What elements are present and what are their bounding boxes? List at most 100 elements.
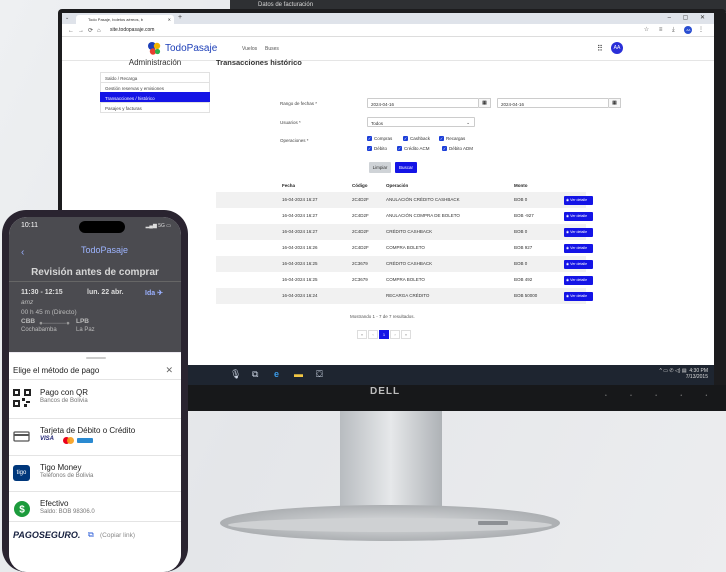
cell-codigo: 2C3679 <box>352 261 368 266</box>
trip-duration: 00 h 45 m (Directo) <box>21 309 77 316</box>
sheet-handle[interactable] <box>86 357 106 359</box>
tab-search-icon[interactable]: ⌄ <box>65 15 69 21</box>
view-detail-label: Ver detalle <box>570 230 588 234</box>
close-icon[interactable]: ✕ <box>165 365 173 376</box>
site-logo[interactable]: TodoPasaje <box>146 40 217 56</box>
option-title: Pago con QR <box>40 388 89 397</box>
cell-codigo: 2C4D2F <box>352 245 369 250</box>
calendar-icon[interactable]: ▦ <box>609 98 621 108</box>
divider <box>9 521 181 522</box>
view-detail-button[interactable]: ◉ Ver detalle <box>564 227 593 237</box>
cell-fecha: 16-04-2024 16:27 <box>282 229 318 234</box>
mic-icon[interactable]: 🎙 <box>230 369 241 380</box>
cell-fecha: 16-04-2024 16:24 <box>282 293 318 298</box>
view-detail-label: Ver detalle <box>570 278 588 282</box>
view-detail-button[interactable]: ◉ Ver detalle <box>564 275 593 285</box>
main-panel: Transacciones histórico <box>216 58 576 67</box>
dest-code: LPB <box>76 318 89 325</box>
divider <box>9 418 181 419</box>
copy-link[interactable]: (Copiar link) <box>100 532 135 539</box>
table-row: 16-04-2024 16:24 RECARGA CRÉDITO BOB 50000… <box>216 288 593 304</box>
trip-time: 11:30 - 12:15 <box>21 289 63 296</box>
task-view-icon[interactable]: ⧉ <box>252 369 258 380</box>
sheet-title: Elige el método de pago <box>13 366 100 375</box>
calendar-icon[interactable]: ▦ <box>479 98 491 108</box>
payment-option-cash[interactable]: $ Efectivo Saldo: BOB 98306.0 <box>13 496 177 534</box>
divider <box>9 281 181 282</box>
back-icon[interactable]: ‹ <box>21 247 24 258</box>
date-to-input[interactable]: 2024-04-16 <box>497 98 609 108</box>
option-title: Efectivo <box>40 499 69 508</box>
folder-icon[interactable]: ▬ <box>294 369 303 379</box>
option-title: Tarjeta de Débito o Crédito <box>40 426 136 435</box>
trip-date: lun. 22 abr. <box>87 289 124 296</box>
checkbox-recargas[interactable]: ✓ Recargas <box>439 136 465 141</box>
checkbox-cashback[interactable]: ✓ Cashback <box>403 136 430 141</box>
view-detail-button[interactable]: ◉ Ver detalle <box>564 259 593 269</box>
date-from-input[interactable]: 2024-04-16 <box>367 98 479 108</box>
brand-name: TodoPasaje <box>165 42 218 54</box>
view-detail-button[interactable]: ◉ Ver detalle <box>564 243 593 253</box>
cash-icon: $ <box>14 501 30 517</box>
view-detail-button[interactable]: ◉ Ver detalle <box>564 211 593 221</box>
phone-signal: ▂▄▆ 5G ▭ <box>145 223 171 229</box>
view-detail-button[interactable]: ◉ Ver detalle <box>564 291 593 301</box>
card-network-icon <box>77 438 93 443</box>
table-row: 16-04-2024 16:26 2C4D2F COMPRA BOLETO BOB 9… <box>216 240 593 256</box>
ops-label: Operaciones * <box>280 138 309 143</box>
window-controls[interactable]: – ▢ ✕ <box>668 14 710 21</box>
users-label: Usuarios * <box>280 120 301 125</box>
clear-button[interactable]: Limpiar <box>369 162 391 173</box>
copy-link-icon[interactable]: ⧉ <box>88 530 94 540</box>
phone-logo: TodoPasaje <box>81 245 129 255</box>
system-tray[interactable]: ^ ▭ ✆ ◁) ▤ 4:30 PM 7/13/2015 <box>660 368 708 380</box>
table-header: Fecha Código Operación Monto <box>216 182 586 192</box>
pager-next[interactable]: › <box>390 330 400 339</box>
checkbox-debito-adm[interactable]: ✓ Débito ADM <box>442 146 473 151</box>
cell-fecha: 16-04-2024 16:25 <box>282 261 318 266</box>
cell-monto: BOB 0 <box>514 261 528 266</box>
pager-last[interactable]: » <box>401 330 411 339</box>
close-tab-icon[interactable]: ✕ <box>168 17 171 22</box>
search-button[interactable]: Buscar <box>395 162 417 173</box>
new-tab-icon[interactable]: + <box>178 14 182 21</box>
cell-fecha: 16-04-2024 16:27 <box>282 213 318 218</box>
toolbar-icons[interactable]: ☆ ≡ ⤓ AA ⋮ <box>644 26 708 34</box>
phone-title: Revisión antes de comprar <box>31 267 159 278</box>
apps-grid-icon[interactable]: ⠿ <box>597 44 603 53</box>
option-title: Tigo Money <box>40 463 82 472</box>
pager-page-1[interactable]: 1 <box>379 330 389 339</box>
checkbox-credito-acm[interactable]: ✓ Crédito ACM <box>397 146 430 151</box>
cell-codigo: 2C4D2F <box>352 197 369 202</box>
svg-text:tigo: tigo <box>17 470 27 476</box>
origin-city: Cochabamba <box>21 327 57 333</box>
url-field[interactable]: site.todopasaje.com <box>110 27 154 33</box>
tab-strip: ⌄ Todo Pasaje, boletos aéreos, b ✕ + – ▢… <box>62 13 714 24</box>
nav-vuelos[interactable]: Vuelos <box>242 46 257 52</box>
view-detail-label: Ver detalle <box>570 214 588 218</box>
dest-city: La Paz <box>76 327 95 333</box>
nav-buses[interactable]: Buses <box>265 46 279 52</box>
checkbox-debito[interactable]: ✓ Débito <box>367 146 387 151</box>
payment-option-tigo[interactable]: tigo Tigo Money Teléfonos de Bolivia <box>13 460 177 498</box>
sidebar-item-pasajes[interactable]: Pasajes y facturas <box>100 102 210 113</box>
nav-buttons[interactable]: ←→⟳⌂ <box>68 27 105 34</box>
pager-first[interactable]: « <box>357 330 367 339</box>
user-avatar[interactable]: AA <box>611 42 623 54</box>
checkbox-compras[interactable]: ✓ Compras <box>367 136 392 141</box>
store-icon[interactable]: ⛋ <box>316 369 323 380</box>
users-select[interactable]: Todos ⌄ <box>367 117 475 127</box>
browser-tab[interactable]: Todo Pasaje, boletos aéreos, b ✕ <box>76 15 174 24</box>
view-detail-button[interactable]: ◉ Ver detalle <box>564 195 593 205</box>
cell-operacion: COMPRA BOLETO <box>386 245 425 250</box>
profile-avatar[interactable]: AA <box>684 26 693 34</box>
col-operacion: Operación <box>386 183 409 188</box>
col-fecha: Fecha <box>282 183 296 188</box>
edge-icon[interactable]: e <box>274 369 279 379</box>
phone-screen: 10:11 ▂▄▆ 5G ▭ ‹ TodoPasaje Revisión ant… <box>9 217 181 572</box>
cell-codigo: 2C3679 <box>352 277 368 282</box>
phone-review-panel: 10:11 ▂▄▆ 5G ▭ ‹ TodoPasaje Revisión ant… <box>9 217 181 352</box>
tab-title: Todo Pasaje, boletos aéreos, b <box>88 17 143 22</box>
pager-prev[interactable]: ‹ <box>368 330 378 339</box>
cell-monto: BOB -927 <box>514 213 534 218</box>
